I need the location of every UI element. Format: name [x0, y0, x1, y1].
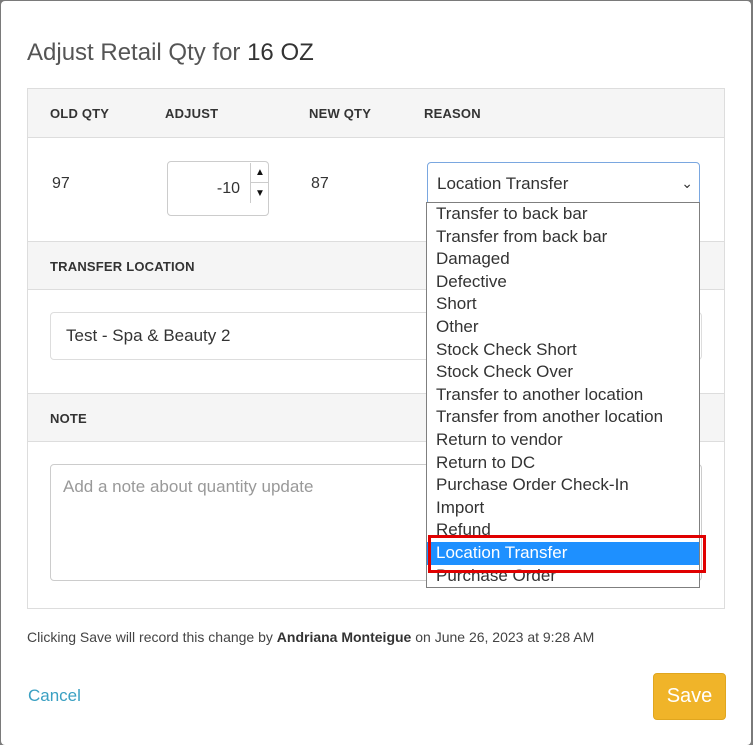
save-notice-prefix: Clicking Save will record this change by [27, 629, 277, 645]
reason-select[interactable]: Location Transfer ⌄ [427, 162, 700, 205]
reason-option[interactable]: Transfer from back bar [427, 226, 699, 249]
transfer-location-label: TRANSFER LOCATION [50, 259, 195, 274]
reason-option[interactable]: Short [427, 293, 699, 316]
reason-dropdown-list[interactable]: Transfer to back bar Transfer from back … [426, 202, 700, 588]
reason-option[interactable]: Transfer from another location [427, 406, 699, 429]
old-qty-header: OLD QTY [50, 106, 110, 121]
new-qty-value: 87 [311, 175, 329, 192]
reason-option[interactable]: Return to vendor [427, 429, 699, 452]
reason-header: REASON [424, 106, 481, 121]
reason-select-value: Location Transfer [437, 174, 569, 193]
reason-option[interactable]: Damaged [427, 248, 699, 271]
save-notice-user: Andriana Monteigue [276, 629, 412, 645]
reason-option[interactable]: Transfer to back bar [427, 203, 699, 226]
columns-header: OLD QTY ADJUST NEW QTY REASON [28, 89, 724, 138]
cancel-button[interactable]: Cancel [28, 686, 81, 706]
old-qty-value: 97 [52, 175, 70, 192]
reason-option[interactable]: Refund [427, 519, 699, 542]
dialog-title-prefix: Adjust Retail Qty for [27, 39, 248, 66]
adjust-stepper[interactable]: ▲ ▼ [167, 161, 269, 216]
dialog-title: Adjust Retail Qty for 16 OZ [27, 39, 314, 67]
transfer-location-value: Test - Spa & Beauty 2 [66, 326, 231, 345]
adjust-input[interactable] [168, 162, 250, 215]
triangle-down-icon[interactable]: ▼ [251, 183, 269, 203]
save-button[interactable]: Save [653, 673, 726, 720]
chevron-down-icon: ⌄ [681, 175, 693, 191]
reason-option[interactable]: Defective [427, 271, 699, 294]
reason-option[interactable]: Stock Check Over [427, 361, 699, 384]
new-qty-header: NEW QTY [309, 106, 372, 121]
reason-option[interactable]: Purchase Order [427, 565, 699, 588]
save-notice: Clicking Save will record this change by… [27, 629, 594, 645]
save-notice-suffix: on June 26, 2023 at 9:28 AM [411, 629, 595, 645]
adjust-header: ADJUST [165, 106, 219, 121]
dialog-title-item: 16 OZ [247, 39, 314, 66]
reason-option[interactable]: Other [427, 316, 699, 339]
triangle-up-icon[interactable]: ▲ [251, 163, 269, 183]
reason-option-selected[interactable]: Location Transfer [427, 541, 699, 565]
reason-option[interactable]: Purchase Order Check-In [427, 474, 699, 497]
reason-option[interactable]: Return to DC [427, 452, 699, 475]
note-label: NOTE [50, 411, 87, 426]
adjust-spinner[interactable]: ▲ ▼ [250, 163, 269, 203]
reason-option[interactable]: Import [427, 497, 699, 520]
reason-option[interactable]: Stock Check Short [427, 339, 699, 362]
reason-option[interactable]: Transfer to another location [427, 384, 699, 407]
